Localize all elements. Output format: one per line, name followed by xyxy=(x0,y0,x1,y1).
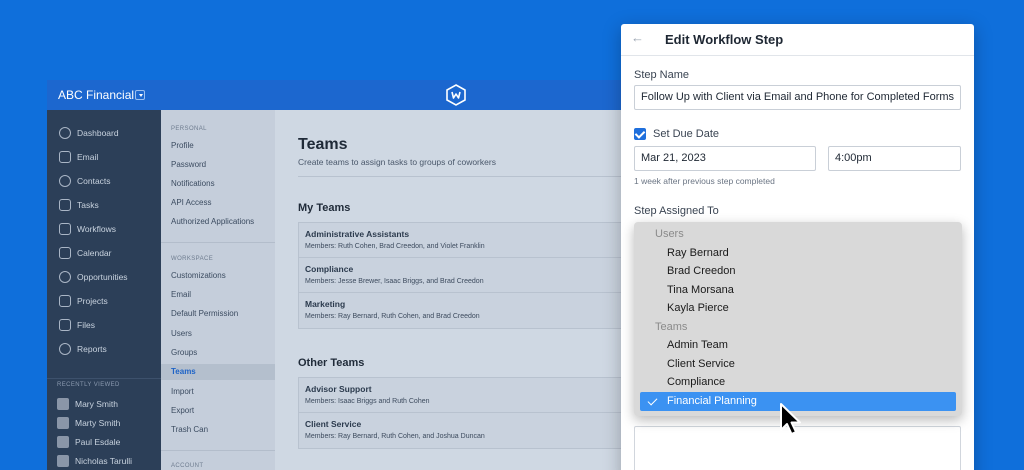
step-name-input[interactable]: Follow Up with Client via Email and Phon… xyxy=(634,85,961,110)
settings-item-trash-can[interactable]: Trash Can xyxy=(161,422,275,438)
checkmark-icon xyxy=(647,395,658,406)
people-icon xyxy=(59,175,71,187)
calendar-icon xyxy=(59,247,71,259)
due-date-label: Set Due Date xyxy=(653,128,720,140)
users-group-label: Users xyxy=(655,228,684,240)
settings-item-import[interactable]: Import xyxy=(161,384,275,400)
nav-item-workflows[interactable]: Workflows xyxy=(59,221,116,237)
selected-option-label: Financial Planning xyxy=(667,395,757,407)
app-logo-icon xyxy=(446,84,466,106)
nav-item-email[interactable]: Email xyxy=(59,149,98,165)
app-window: ABC Financial Dashboard Email Contacts T… xyxy=(47,80,687,470)
main-nav: Dashboard Email Contacts Tasks Workflows… xyxy=(47,110,161,470)
dropdown-option[interactable]: Brad Creedon xyxy=(667,265,736,277)
panel-title: Edit Workflow Step xyxy=(665,32,784,47)
settings-item-users[interactable]: Users xyxy=(161,326,275,342)
assignee-dropdown: Users Ray Bernard Brad Creedon Tina Mors… xyxy=(634,222,962,416)
other-teams-heading: Other Teams xyxy=(298,357,365,369)
dashboard-icon xyxy=(59,127,71,139)
settings-divider xyxy=(161,242,275,243)
avatar xyxy=(57,436,69,448)
dropdown-option[interactable]: Admin Team xyxy=(667,339,728,351)
nav-item-calendar[interactable]: Calendar xyxy=(59,245,112,261)
page-subtitle: Create teams to assign tasks to groups o… xyxy=(298,157,496,167)
mail-icon xyxy=(59,151,71,163)
settings-divider xyxy=(161,450,275,451)
avatar xyxy=(57,455,69,467)
recent-contact[interactable]: Paul Esdale xyxy=(57,435,120,449)
settings-item-profile[interactable]: Profile xyxy=(161,138,275,154)
dropdown-option[interactable]: Tina Morsana xyxy=(667,284,734,296)
my-teams-heading: My Teams xyxy=(298,202,351,214)
recent-contact[interactable]: Nicholas Tarulli xyxy=(57,454,132,468)
nav-item-projects[interactable]: Projects xyxy=(59,293,108,309)
assigned-to-label: Step Assigned To xyxy=(634,205,719,217)
dropdown-option[interactable]: Compliance xyxy=(667,376,725,388)
briefcase-icon xyxy=(59,295,71,307)
avatar xyxy=(57,417,69,429)
personal-section-label: PERSONAL xyxy=(171,126,207,132)
settings-item-password[interactable]: Password xyxy=(161,157,275,173)
nav-item-reports[interactable]: Reports xyxy=(59,341,107,357)
back-arrow-icon[interactable]: ← xyxy=(631,31,645,45)
pie-chart-icon xyxy=(59,343,71,355)
checkbox-icon xyxy=(59,199,71,211)
recent-contact[interactable]: Marty Smith xyxy=(57,416,120,430)
step-name-label: Step Name xyxy=(634,69,690,81)
settings-item-notifications[interactable]: Notifications xyxy=(161,176,275,192)
dropdown-option[interactable]: Ray Bernard xyxy=(667,247,729,259)
avatar xyxy=(57,398,69,410)
nav-item-dashboard[interactable]: Dashboard xyxy=(59,125,119,141)
settings-item-teams[interactable]: Teams xyxy=(161,364,275,380)
due-date-field[interactable]: Mar 21, 2023 xyxy=(634,146,816,171)
due-date-checkbox[interactable] xyxy=(634,128,646,140)
nav-divider xyxy=(47,378,161,379)
recently-viewed-label: RECENTLY VIEWED xyxy=(57,382,120,388)
teams-group-label: Teams xyxy=(655,321,688,333)
due-date-hint: 1 week after previous step completed xyxy=(634,176,775,186)
settings-item-customizations[interactable]: Customizations xyxy=(161,268,275,284)
settings-nav: PERSONAL Profile Password Notifications … xyxy=(161,110,275,470)
nav-item-files[interactable]: Files xyxy=(59,317,95,333)
workspace-section-label: WORKSPACE xyxy=(171,256,214,262)
play-icon xyxy=(59,223,71,235)
dollar-icon xyxy=(59,271,71,283)
panel-header: ← Edit Workflow Step xyxy=(621,24,974,56)
settings-item-groups[interactable]: Groups xyxy=(161,345,275,361)
workspace-dropdown-icon[interactable] xyxy=(135,90,145,100)
nav-item-tasks[interactable]: Tasks xyxy=(59,197,99,213)
settings-item-export[interactable]: Export xyxy=(161,403,275,419)
mouse-pointer-icon xyxy=(780,403,801,435)
files-icon xyxy=(59,319,71,331)
dropdown-option[interactable]: Kayla Pierce xyxy=(667,302,729,314)
workspace-name[interactable]: ABC Financial xyxy=(58,88,134,102)
nav-item-contacts[interactable]: Contacts xyxy=(59,173,111,189)
settings-item-default-permission[interactable]: Default Permission xyxy=(161,306,275,322)
settings-item-email[interactable]: Email xyxy=(161,287,275,303)
settings-item-api-access[interactable]: API Access xyxy=(161,195,275,211)
app-header: ABC Financial xyxy=(47,80,687,110)
due-time-field[interactable]: 4:00pm xyxy=(828,146,961,171)
nav-item-opportunities[interactable]: Opportunities xyxy=(59,269,128,285)
account-section-label: ACCOUNT xyxy=(171,463,204,469)
page-title: Teams xyxy=(298,136,348,153)
settings-item-authorized-apps[interactable]: Authorized Applications xyxy=(161,214,275,230)
recent-contact[interactable]: Mary Smith xyxy=(57,397,118,411)
dropdown-option[interactable]: Client Service xyxy=(667,358,735,370)
